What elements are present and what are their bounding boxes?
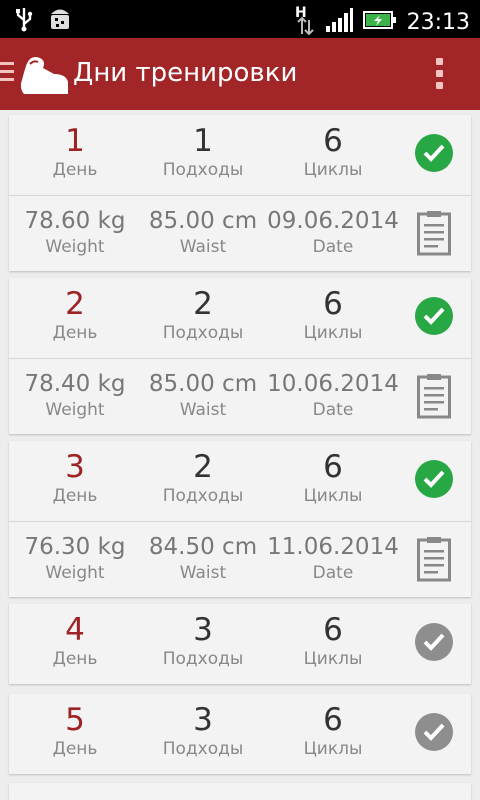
day-measurements-row: 78.60 kg Weight 85.00 cm Waist 09.06.2014 D… — [9, 195, 471, 271]
day-card[interactable]: 3 День 2 Подходы 6 Циклы 76.30 kg Weight 84.… — [9, 441, 471, 597]
usb-icon — [14, 6, 34, 36]
screen-title: Дни тренировки — [73, 58, 298, 88]
signal-icon — [325, 8, 353, 36]
date-value: 11.06.2014 — [267, 534, 399, 560]
cycles-label: Циклы — [303, 323, 363, 343]
waist-value: 84.50 cm — [148, 534, 258, 560]
completed-check-icon[interactable] — [415, 460, 453, 498]
cycles-value: 6 — [323, 612, 343, 648]
day-measurements-row: 76.30 kg Weight 84.50 cm Waist 11.06.2014 D… — [9, 521, 471, 597]
sets-value: 2 — [193, 449, 213, 485]
day-measurements-row: 78.40 kg Weight 85.00 cm Waist 10.06.2014 D… — [9, 358, 471, 434]
sets-value: 1 — [193, 123, 213, 159]
cycles-value: 6 — [323, 449, 343, 485]
waist-label: Waist — [179, 400, 227, 420]
status-bar: H 23:13 — [0, 0, 480, 38]
waist-label: Waist — [179, 563, 227, 583]
cycles-value: 6 — [323, 123, 343, 159]
android-debug-icon — [48, 6, 72, 36]
sets-value: 3 — [193, 612, 213, 648]
completed-check-icon[interactable] — [415, 297, 453, 335]
day-summary-row: 1 День 1 Подходы 6 Циклы — [9, 115, 471, 195]
day-summary-row: 3 День 2 Подходы 6 Циклы — [9, 441, 471, 521]
clock: 23:13 — [406, 9, 470, 35]
clipboard-icon[interactable] — [417, 373, 451, 419]
sets-value: 3 — [193, 702, 213, 738]
date-label: Date — [312, 237, 354, 257]
clipboard-icon[interactable] — [417, 536, 451, 582]
day-card[interactable]: 5 День 3 Подходы 6 Циклы — [9, 694, 471, 774]
waist-label: Waist — [179, 237, 227, 257]
pending-check-icon[interactable] — [415, 623, 453, 661]
waist-value: 85.00 cm — [148, 371, 258, 397]
app-bar: Дни тренировки — [0, 38, 480, 110]
data-arrows-icon: H — [293, 4, 315, 40]
cycles-value: 6 — [323, 286, 343, 322]
date-value: 09.06.2014 — [267, 208, 399, 234]
cycles-label: Циклы — [303, 160, 363, 180]
waist-value: 85.00 cm — [148, 208, 258, 234]
sets-label: Подходы — [162, 323, 244, 343]
cycles-value: 6 — [323, 702, 343, 738]
completed-check-icon[interactable] — [415, 134, 453, 172]
cycles-label: Циклы — [303, 739, 363, 759]
day-card-partial[interactable] — [9, 783, 471, 800]
day-summary-row: 5 День 3 Подходы 6 Циклы — [9, 694, 471, 774]
day-summary-row: 4 День 3 Подходы 6 Циклы — [9, 604, 471, 684]
overflow-menu-icon[interactable] — [436, 58, 444, 92]
battery-charging-icon — [362, 10, 397, 34]
cycles-label: Циклы — [303, 649, 363, 669]
sets-value: 2 — [193, 286, 213, 322]
sets-label: Подходы — [162, 739, 244, 759]
day-card[interactable]: 1 День 1 Подходы 6 Циклы 78.60 kg Weight 85.… — [9, 115, 471, 271]
pending-check-icon[interactable] — [415, 713, 453, 751]
date-value: 10.06.2014 — [267, 371, 399, 397]
sets-label: Подходы — [162, 160, 244, 180]
sets-label: Подходы — [162, 649, 244, 669]
day-card[interactable]: 4 День 3 Подходы 6 Циклы — [9, 604, 471, 684]
date-label: Date — [312, 563, 354, 583]
clipboard-icon[interactable] — [417, 210, 451, 256]
day-summary-row: 2 День 2 Подходы 6 Циклы — [9, 278, 471, 358]
app-logo-icon[interactable] — [16, 52, 70, 96]
cycles-label: Циклы — [303, 486, 363, 506]
day-card[interactable]: 2 День 2 Подходы 6 Циклы 78.40 kg Weight 85.… — [9, 278, 471, 434]
date-label: Date — [312, 400, 354, 420]
training-days-list[interactable]: 1 День 1 Подходы 6 Циклы 78.60 kg Weight 85.… — [0, 110, 480, 800]
drawer-icon[interactable] — [0, 60, 16, 84]
sets-label: Подходы — [162, 486, 244, 506]
